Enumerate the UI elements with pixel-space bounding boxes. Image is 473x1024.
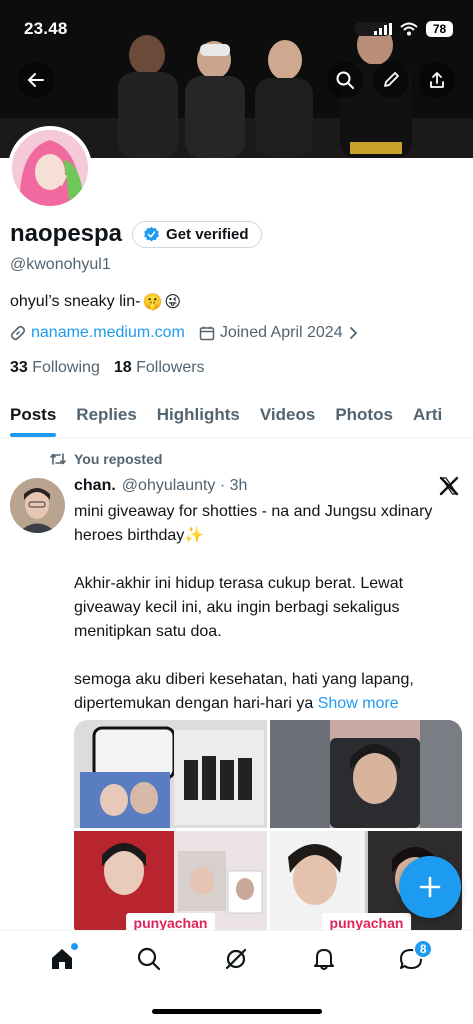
status-time: 23.48: [24, 19, 68, 38]
tab-posts[interactable]: Posts: [0, 392, 66, 437]
search-icon: [336, 71, 354, 89]
following-stat[interactable]: 33 Following: [10, 359, 100, 377]
link-icon: [10, 325, 26, 341]
calendar-icon: [199, 326, 215, 341]
media-photo: [74, 720, 267, 828]
joined-date[interactable]: Joined April 2024: [199, 324, 358, 342]
search-button[interactable]: [327, 62, 363, 98]
profile-meta: naname.medium.com Joined April 2024: [10, 324, 463, 342]
home-notification-dot: [70, 943, 78, 950]
post-paragraph: Akhir-akhir ini hidup terasa cukup berat…: [74, 575, 404, 640]
nav-home[interactable]: [42, 939, 82, 979]
repost-label: You reposted: [74, 451, 163, 467]
profile-tabs: Posts Replies Highlights Videos Photos A…: [0, 392, 473, 438]
nav-search[interactable]: [129, 939, 169, 979]
following-label: Following: [32, 359, 100, 376]
chevron-right-icon: [349, 327, 357, 339]
post-media-grid[interactable]: punyachan punyachan: [74, 720, 462, 940]
get-verified-button[interactable]: Get verified: [132, 220, 262, 248]
nav-grok[interactable]: [216, 939, 256, 979]
verified-badge-icon: [144, 226, 159, 241]
nav-messages[interactable]: 8: [391, 939, 434, 979]
battery-indicator: 78: [426, 21, 453, 37]
joined-label: Joined April 2024: [219, 324, 343, 341]
bio-text: ohyul’s sneaky lin-: [10, 293, 141, 310]
home-icon: [51, 949, 72, 969]
get-verified-label: Get verified: [166, 225, 249, 243]
followers-stat[interactable]: 18 Followers: [114, 359, 205, 377]
home-indicator: [152, 1009, 322, 1014]
x-logo-icon[interactable]: [439, 476, 459, 496]
post-image-2[interactable]: [270, 720, 462, 828]
arrow-left-icon: [28, 73, 44, 87]
tab-articles[interactable]: Arti: [403, 392, 452, 437]
post-handle-time: @ohyulaunty · 3h: [121, 477, 248, 494]
share-icon: [430, 72, 444, 88]
followers-count: 18: [113, 359, 132, 376]
media-photo: [270, 720, 462, 828]
bottom-navigation: 8: [0, 930, 473, 1024]
plus-icon: [419, 876, 441, 898]
post-body[interactable]: mini giveaway for shotties - na and Jung…: [74, 500, 459, 716]
avatar-image: [12, 130, 88, 206]
follow-stats: 33 Following 18 Followers: [10, 359, 205, 377]
post-author-avatar[interactable]: [10, 478, 65, 533]
post-image-1[interactable]: [74, 720, 267, 828]
show-more-link[interactable]: Show more: [318, 695, 399, 712]
messages-badge: 8: [413, 939, 434, 959]
profile-bio: ohyul’s sneaky lin- 🤫 😜: [10, 292, 181, 312]
share-button[interactable]: [419, 62, 455, 98]
edit-button[interactable]: [373, 62, 409, 98]
tab-videos[interactable]: Videos: [250, 392, 325, 437]
search-icon: [137, 947, 161, 971]
compose-post-button[interactable]: [399, 856, 461, 918]
pencil-icon: [384, 72, 399, 87]
profile-website-link[interactable]: naname.medium.com: [31, 324, 185, 342]
tab-highlights[interactable]: Highlights: [147, 392, 250, 437]
profile-handle: @kwonohyul1: [10, 256, 111, 273]
winking-tongue-emoji: 😜: [164, 294, 182, 311]
post-avatar-image: [10, 478, 65, 533]
shushing-face-emoji: 🤫: [142, 294, 163, 311]
post-paragraph: mini giveaway for shotties - na and Jung…: [74, 503, 433, 544]
repost-icon: [50, 453, 66, 465]
back-button[interactable]: [18, 62, 54, 98]
bell-icon: [313, 949, 334, 970]
status-bar: 23.48 78: [24, 16, 453, 42]
tab-photos[interactable]: Photos: [325, 392, 403, 437]
grok-icon: [226, 948, 247, 970]
profile-avatar[interactable]: [8, 126, 92, 210]
post-header: chan. @ohyulaunty · 3h: [74, 476, 459, 496]
nav-notifications[interactable]: [304, 939, 344, 979]
post-author-name[interactable]: chan.: [74, 477, 116, 495]
following-count: 33: [10, 359, 28, 376]
profile-name: naopespa: [10, 220, 123, 247]
repost-indicator: You reposted: [50, 451, 162, 467]
followers-label: Followers: [136, 359, 205, 376]
cellular-signal-icon: [374, 23, 392, 35]
post-image-3[interactable]: punyachan: [74, 831, 267, 939]
wifi-icon: [400, 22, 418, 36]
tab-replies[interactable]: Replies: [66, 392, 146, 437]
